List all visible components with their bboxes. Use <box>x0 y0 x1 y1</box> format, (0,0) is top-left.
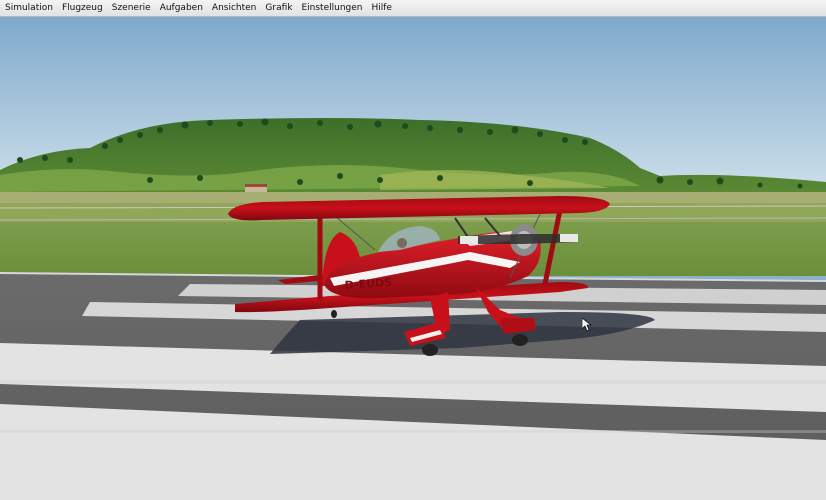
menu-flugzeug[interactable]: Flugzeug <box>62 0 108 17</box>
menu-bar: Simulation Flugzeug Szenerie Aufgaben An… <box>0 0 826 17</box>
menu-einstellungen[interactable]: Einstellungen <box>301 0 367 17</box>
mouse-cursor-icon <box>582 318 592 332</box>
menu-ansichten[interactable]: Ansichten <box>212 0 261 17</box>
simulator-viewport[interactable]: D-EUDS <box>0 17 826 500</box>
menu-grafik[interactable]: Grafik <box>265 0 297 17</box>
menu-szenerie[interactable]: Szenerie <box>112 0 156 17</box>
menu-hilfe[interactable]: Hilfe <box>371 0 396 17</box>
menu-simulation[interactable]: Simulation <box>5 0 58 17</box>
menu-aufgaben[interactable]: Aufgaben <box>160 0 208 17</box>
